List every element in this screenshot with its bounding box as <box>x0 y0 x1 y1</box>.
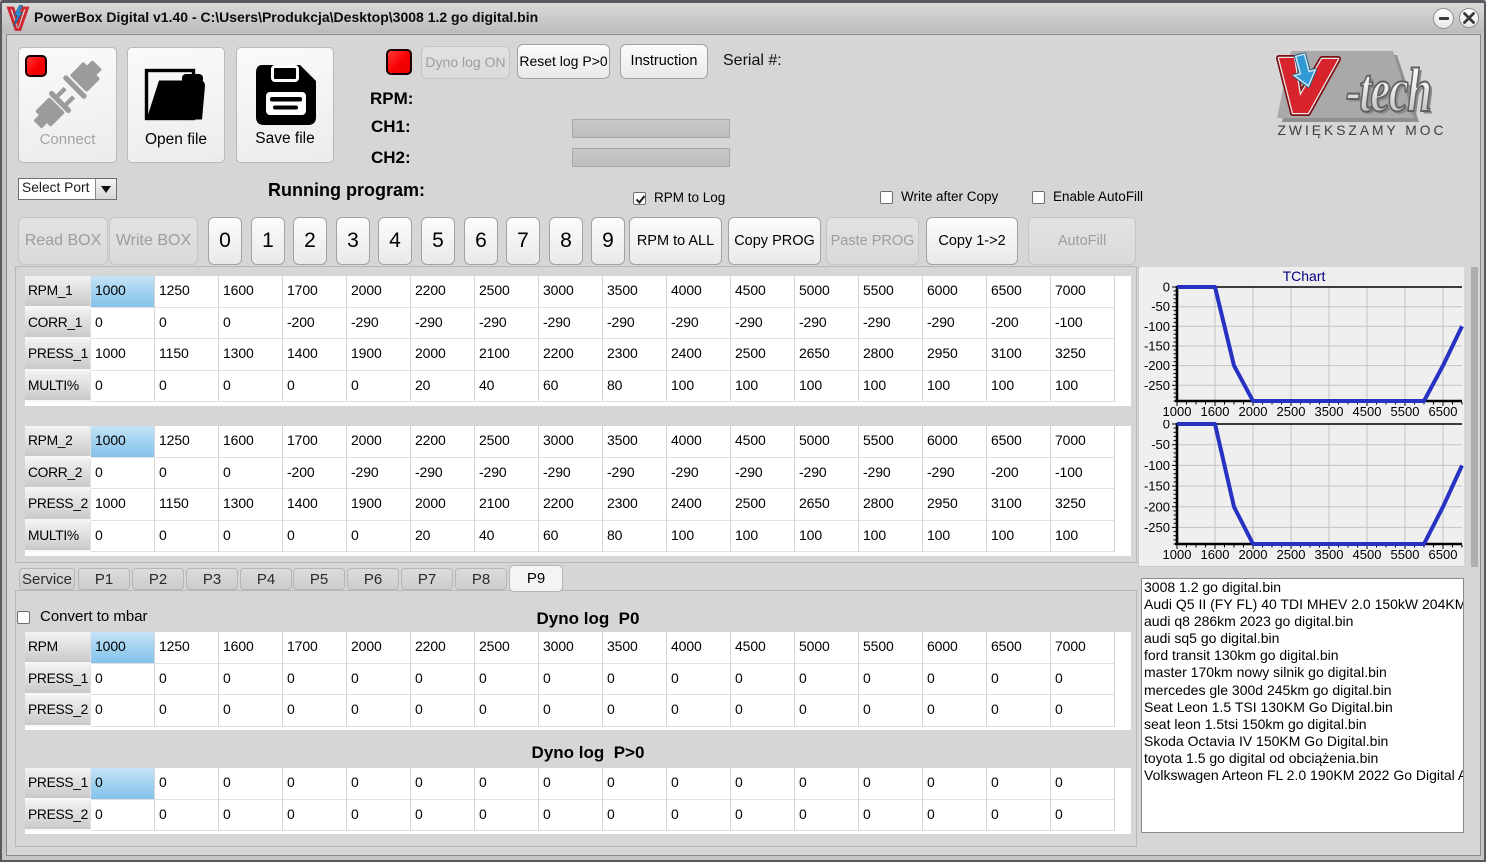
svg-text:3500: 3500 <box>1315 547 1344 562</box>
svg-text:ZWIĘKSZAMY MOC: ZWIĘKSZAMY MOC <box>1278 123 1447 138</box>
svg-text:-250: -250 <box>1144 520 1170 535</box>
svg-text:5500: 5500 <box>1391 404 1420 419</box>
svg-text:-tech: -tech <box>1346 56 1431 125</box>
svg-text:3500: 3500 <box>1315 404 1344 419</box>
svg-text:4500: 4500 <box>1353 404 1382 419</box>
svg-text:TChart: TChart <box>1283 268 1326 284</box>
svg-text:4500: 4500 <box>1353 547 1382 562</box>
svg-text:6500: 6500 <box>1429 404 1458 419</box>
svg-text:2000: 2000 <box>1239 404 1268 419</box>
svg-text:-200: -200 <box>1144 358 1170 373</box>
svg-text:0: 0 <box>1163 280 1170 295</box>
svg-text:-100: -100 <box>1144 458 1170 473</box>
svg-text:1000: 1000 <box>1163 404 1192 419</box>
svg-text:2500: 2500 <box>1277 404 1306 419</box>
svg-text:2500: 2500 <box>1277 547 1306 562</box>
svg-text:-150: -150 <box>1144 479 1170 494</box>
svg-text:-150: -150 <box>1144 339 1170 354</box>
svg-text:1000: 1000 <box>1163 547 1192 562</box>
svg-text:1600: 1600 <box>1201 404 1230 419</box>
svg-text:1600: 1600 <box>1201 547 1230 562</box>
svg-text:-50: -50 <box>1151 437 1170 452</box>
svg-text:-100: -100 <box>1144 319 1170 334</box>
svg-text:5500: 5500 <box>1391 547 1420 562</box>
svg-text:2000: 2000 <box>1239 547 1268 562</box>
svg-text:0: 0 <box>1163 420 1170 432</box>
svg-text:-250: -250 <box>1144 378 1170 393</box>
svg-text:-50: -50 <box>1151 299 1170 314</box>
svg-text:-200: -200 <box>1144 499 1170 514</box>
svg-text:6500: 6500 <box>1429 547 1458 562</box>
